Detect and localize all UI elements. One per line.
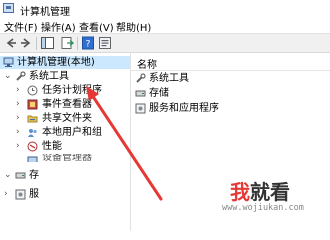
tree-shared-folders[interactable]: › 共享文件夹 — [0, 112, 130, 125]
chevron-down-icon[interactable]: ⌄ — [4, 169, 12, 182]
tree-system-tools[interactable]: ⌄ 系统工具 — [0, 70, 130, 83]
tree-item-label: 事件查看器 — [42, 99, 92, 110]
window-title: 计算机管理 — [20, 7, 70, 18]
list-item-label: 系统工具 — [149, 73, 189, 84]
chevron-down-icon[interactable]: ⌄ — [4, 70, 12, 83]
watermark-logo: 我就看 — [230, 180, 290, 204]
tree-local-users[interactable]: › 本地用户和组 — [0, 126, 130, 139]
tree-item-label: 设备管理器 — [42, 154, 92, 162]
tree-item-label: 任务计划程序 — [42, 85, 102, 96]
device-manager-icon — [27, 155, 38, 162]
header-divider — [131, 70, 330, 71]
menu-view[interactable]: 查看(V) — [79, 19, 114, 34]
services-icon — [135, 103, 146, 114]
watermark-url: www.wojiukan.com — [222, 203, 304, 213]
title-bar: 计算机管理 — [0, 0, 330, 18]
list-item-label: 存储 — [149, 88, 169, 99]
help-icon[interactable]: ? — [81, 36, 96, 50]
toolbar-separator — [77, 37, 78, 50]
services-icon — [15, 189, 26, 200]
chevron-right-icon[interactable]: › — [16, 112, 20, 125]
tree-storage[interactable]: ⌄ 存 — [0, 169, 130, 182]
svg-text:?: ? — [86, 40, 91, 50]
tree-services-label: 服 — [29, 189, 39, 200]
list-item[interactable]: 系统工具 — [135, 72, 325, 85]
toolbar-separator — [36, 37, 37, 50]
tree-event-viewer[interactable]: › 事件查看器 — [0, 98, 130, 111]
chevron-right-icon[interactable]: › — [16, 98, 20, 111]
tools-icon — [15, 71, 26, 82]
tree-root-label: 计算机管理(本地) — [17, 57, 95, 68]
menu-action[interactable]: 操作(A) — [41, 19, 76, 34]
tree-item-label: 共享文件夹 — [42, 113, 92, 124]
chevron-right-icon[interactable]: › — [16, 126, 20, 139]
computer-management-icon — [3, 3, 14, 13]
menu-bar: 文件(F) 操作(A) 查看(V) 帮助(H) — [0, 18, 330, 34]
list-item[interactable]: 服务和应用程序 — [135, 102, 325, 115]
shared-folder-icon — [27, 113, 38, 124]
console-tree[interactable]: 计算机管理(本地) ⌄ 系统工具 › 任务计划程序 › 事件查看器 › 共享文件… — [0, 53, 131, 231]
tree-root[interactable]: 计算机管理(本地) — [0, 56, 130, 69]
users-icon — [27, 127, 38, 138]
tools-icon — [135, 73, 146, 84]
event-viewer-icon — [27, 99, 38, 110]
tree-task-scheduler[interactable]: › 任务计划程序 — [0, 84, 130, 97]
chevron-right-icon[interactable]: › — [4, 188, 8, 201]
performance-icon — [27, 141, 38, 152]
tree-system-tools-label: 系统工具 — [29, 71, 69, 82]
computer-icon — [3, 57, 14, 68]
tree-performance[interactable]: › 性能 — [0, 140, 130, 153]
back-icon[interactable] — [3, 36, 18, 50]
chevron-right-icon[interactable]: › — [16, 84, 20, 97]
menu-help[interactable]: 帮助(H) — [116, 19, 151, 34]
tree-item-label: 性能 — [42, 141, 62, 152]
tree-services[interactable]: › 服 — [0, 188, 130, 201]
storage-icon — [135, 88, 146, 99]
clock-icon — [27, 85, 38, 96]
menu-file[interactable]: 文件(F) — [4, 19, 38, 34]
tree-device-manager[interactable]: 设备管理器 — [0, 154, 130, 162]
tree-item-label: 本地用户和组 — [42, 127, 102, 138]
export-list-icon[interactable] — [60, 36, 75, 50]
storage-icon — [15, 170, 26, 181]
toolbar: ? — [0, 33, 330, 53]
list-item-label: 服务和应用程序 — [149, 103, 219, 114]
column-header-name[interactable]: 名称 — [137, 56, 157, 71]
list-item[interactable]: 存储 — [135, 87, 325, 100]
console-tree-icon[interactable] — [40, 36, 55, 50]
properties-icon[interactable] — [98, 36, 113, 50]
forward-icon[interactable] — [19, 36, 34, 50]
chevron-right-icon[interactable]: › — [16, 140, 20, 153]
tree-storage-label: 存 — [29, 170, 39, 181]
